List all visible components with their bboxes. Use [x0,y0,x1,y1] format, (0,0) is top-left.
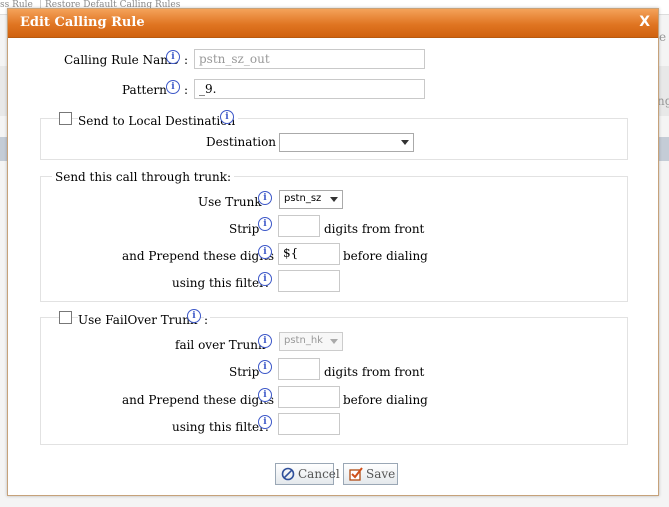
destination-label: Destination : [206,135,284,149]
prepend-input[interactable]: ${ [278,243,340,265]
filter-input[interactable] [278,270,340,292]
colon: : [184,53,189,67]
failover-trunk-select[interactable]: pstn_hk [279,332,343,351]
failover-prepend-suffix: before dialing [343,393,428,407]
edit-calling-rule-dialog: Edit Calling Rule X Calling Rule Name i … [7,8,659,496]
failover-strip-suffix: digits from front [324,365,425,379]
info-icon[interactable]: i [166,80,180,94]
info-icon[interactable]: i [258,217,272,231]
failover-filter-label: using this filter: [172,420,269,434]
save-icon [349,467,363,481]
send-to-local-destination-label: Send to Local Destination [78,114,239,128]
use-trunk-value: pstn_sz [284,193,322,204]
prepend-suffix: before dialing [343,249,428,263]
use-failover-trunk-label: Use FailOver Trunk [78,313,201,327]
info-icon[interactable]: i [258,360,272,374]
strip-suffix: digits from front [324,222,425,236]
cancel-button-label: Cancel [298,467,340,481]
info-icon[interactable]: i [166,50,180,64]
use-failover-trunk-checkbox[interactable] [59,311,72,324]
strip-input[interactable] [278,215,320,237]
background-text: e [659,30,667,44]
close-icon[interactable]: X [639,14,650,30]
info-icon[interactable]: i [258,388,272,402]
chevron-down-icon [330,339,338,344]
chevron-down-icon [330,197,338,202]
failover-strip-input[interactable] [278,358,320,380]
info-icon[interactable]: i [220,110,234,124]
info-icon[interactable]: i [187,309,201,323]
failover-trunk-label: fail over Trunk [175,338,266,352]
calling-rule-name-input[interactable]: pstn_sz_out [194,49,425,69]
colon: : [184,83,189,97]
save-button[interactable]: Save [343,463,398,485]
destination-select[interactable] [279,133,414,152]
info-icon[interactable]: i [258,245,272,259]
dialog-titlebar: Edit Calling Rule X [8,9,658,38]
failover-prepend-label: and Prepend these digits [122,393,275,407]
calling-rule-name-label: Calling Rule Name [64,53,179,67]
failover-filter-input[interactable] [278,413,340,435]
cancel-button[interactable]: Cancel [275,463,340,485]
info-icon[interactable]: i [258,334,272,348]
info-icon[interactable]: i [258,191,272,205]
use-trunk-label: Use Trunk [198,195,262,209]
chevron-down-icon [401,140,409,145]
save-button-label: Save [366,467,396,481]
trunk-section-legend: Send this call through trunk: [52,170,235,184]
cancel-icon [281,467,295,481]
colon: : [204,313,211,327]
send-to-local-destination-checkbox[interactable] [59,112,72,125]
failover-trunk-value: pstn_hk [284,335,323,346]
filter-label: using this filter: [172,276,269,290]
pattern-input[interactable]: _9. [194,79,425,99]
dialog-title: Edit Calling Rule [20,15,145,30]
dialog-body: Calling Rule Name i : pstn_sz_out Patter… [8,38,658,495]
failover-prepend-input[interactable] [278,386,340,408]
use-trunk-select[interactable]: pstn_sz [279,190,343,209]
pattern-label: Pattern [122,83,167,97]
info-icon[interactable]: i [258,272,272,286]
failover-strip-label: Strip [229,365,260,379]
prepend-label: and Prepend these digits [122,249,275,263]
strip-label: Strip [229,222,260,236]
info-icon[interactable]: i [258,415,272,429]
